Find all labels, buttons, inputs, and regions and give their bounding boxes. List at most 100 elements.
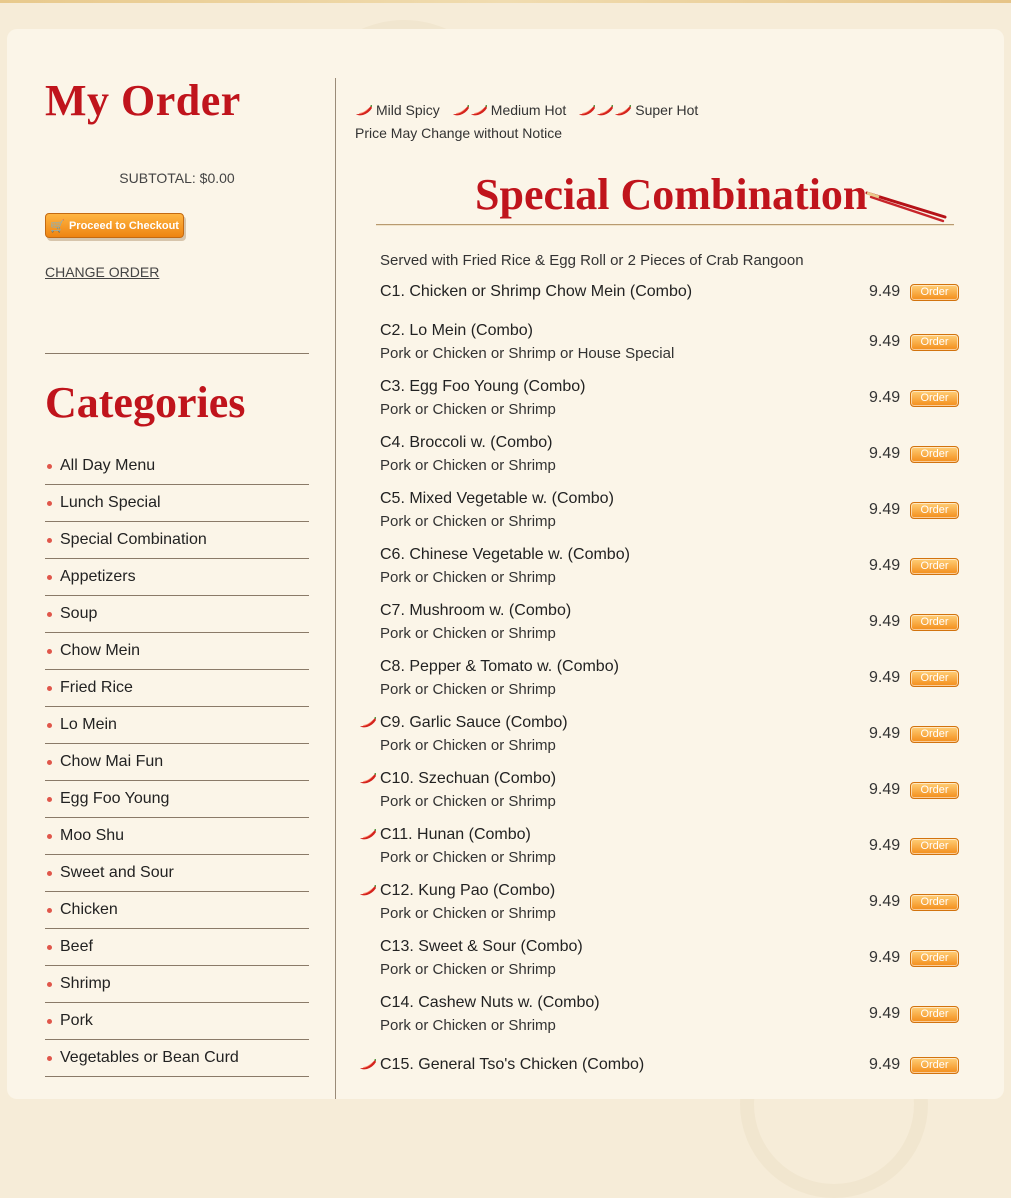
order-button[interactable]: Order [910,614,959,631]
category-item[interactable]: Fried Rice [45,670,309,707]
menu-item-row: C7. Mushroom w. (Combo) Pork or Chicken o… [357,602,967,658]
bullet-icon [47,833,52,839]
order-button[interactable]: Order [910,558,959,575]
category-item[interactable]: Shrimp [45,966,309,1003]
category-item[interactable]: Special Combination [45,522,309,559]
menu-item-row: C16. Orange Chicken (Combo)9.49Order [357,1095,967,1099]
main-panel: My Order SUBTOTAL: $0.00 🛒 Proceed to Ch… [7,29,1004,1099]
menu-item-row: C11. Hunan (Combo) Pork or Chicken or Shr… [357,826,967,882]
menu-item-description: Pork or Chicken or Shrimp [380,1017,556,1034]
menu-item-row: C1. Chicken or Shrimp Chow Mein (Combo) 9… [357,277,967,322]
category-item[interactable]: All Day Menu [45,448,309,485]
menu-item-row: C8. Pepper & Tomato w. (Combo) Pork or Ch… [357,658,967,714]
category-item[interactable]: Lo Mein [45,707,309,744]
menu-item-price: 9.49 [869,283,901,300]
change-order-link[interactable]: CHANGE ORDER [45,264,159,280]
menu-item-row: C10. Szechuan (Combo) Pork or Chicken or … [357,770,967,826]
menu-item-description: Pork or Chicken or Shrimp [380,849,556,866]
menu-item-row: C14. Cashew Nuts w. (Combo) Pork or Chick… [357,994,967,1050]
menu-item-description: Pork or Chicken or Shrimp [380,793,556,810]
menu-item-name: C4. Broccoli w. (Combo) [380,434,553,451]
legend-medium: Medium Hot [452,102,566,118]
bullet-icon [47,574,52,580]
bullet-icon [47,500,52,506]
my-order-title: My Order [45,76,241,125]
menu-item-name: C14. Cashew Nuts w. (Combo) [380,994,600,1011]
order-button[interactable]: Order [910,726,959,743]
category-label: Lunch Special [60,494,161,511]
category-item[interactable]: Chow Mein [45,633,309,670]
category-item[interactable]: Lunch Special [45,485,309,522]
section-title: Special Combination [475,170,868,219]
order-button[interactable]: Order [910,502,959,519]
order-button[interactable]: Order [910,1057,959,1074]
order-button[interactable]: Order [910,950,959,967]
category-label: Appetizers [60,568,136,585]
order-button[interactable]: Order [910,670,959,687]
category-label: Moo Shu [60,827,125,844]
category-label: Special Combination [60,531,207,548]
menu-item-name: C3. Egg Foo Young (Combo) [380,378,586,395]
checkout-label: Proceed to Checkout [68,219,179,232]
category-label: Fried Rice [60,679,133,696]
category-label: Beef [60,938,93,955]
menu-item-price: 9.49 [869,669,901,686]
price-notice: Price May Change without Notice [355,125,562,141]
menu-item-name: C12. Kung Pao (Combo) [380,882,556,899]
order-button[interactable]: Order [910,390,959,407]
category-item[interactable]: Chicken [45,892,309,929]
category-item[interactable]: Egg Foo Young [45,781,309,818]
order-button[interactable]: Order [910,334,959,351]
menu-item-row: C9. Garlic Sauce (Combo) Pork or Chicken … [357,714,967,770]
category-item[interactable]: Soup [45,596,309,633]
category-item[interactable]: Moo Shu [45,818,309,855]
chili-pepper-icon [452,102,488,118]
category-item[interactable]: Chow Mai Fun [45,744,309,781]
menu-item-price: 9.49 [869,557,901,574]
order-button[interactable]: Order [910,284,959,301]
cart-icon: 🛒 [50,218,65,233]
menu-item-description: Pork or Chicken or Shrimp [380,737,556,754]
menu-item-row: C13. Sweet & Sour (Combo) Pork or Chicken… [357,938,967,994]
bullet-icon [47,1055,52,1061]
category-label: Vegetables or Bean Curd [60,1049,239,1066]
menu-item-name: C2. Lo Mein (Combo) [380,322,533,339]
bullet-icon [47,796,52,802]
chili-pepper-icon [359,1057,377,1075]
category-item[interactable]: Pork [45,1003,309,1040]
bullet-icon [47,981,52,987]
menu-item-row: C6. Chinese Vegetable w. (Combo) Pork or … [357,546,967,602]
sidebar-divider [45,353,309,354]
category-label: Egg Foo Young [60,790,170,807]
proceed-to-checkout-button[interactable]: 🛒 Proceed to Checkout [45,213,184,238]
menu-item-price: 9.49 [869,1056,901,1073]
menu-item-description: Pork or Chicken or Shrimp [380,401,556,418]
menu-item-price: 9.49 [869,781,901,798]
order-button[interactable]: Order [910,1006,959,1023]
subtotal-text: SUBTOTAL: $0.00 [119,170,235,186]
order-button[interactable]: Order [910,446,959,463]
menu-item-price: 9.49 [869,1005,901,1022]
category-item[interactable]: Vegetables or Bean Curd [45,1040,309,1077]
category-label: Sweet and Sour [60,864,174,881]
category-list: All Day Menu Lunch Special Special Combina… [45,448,309,1077]
chili-pepper-icon [359,715,377,733]
menu-item-price: 9.49 [869,613,901,630]
menu-item-name: C11. Hunan (Combo) [380,826,531,843]
menu-item-price: 9.49 [869,893,901,910]
category-item[interactable]: Appetizers [45,559,309,596]
bullet-icon [47,907,52,913]
legend-mild-label: Mild Spicy [376,102,440,118]
bullet-icon [47,944,52,950]
menu-item-row: C3. Egg Foo Young (Combo) Pork or Chicken… [357,378,967,434]
order-button[interactable]: Order [910,782,959,799]
category-item[interactable]: Beef [45,929,309,966]
order-button[interactable]: Order [910,894,959,911]
menu-item-price: 9.49 [869,333,901,350]
menu-item-name: C5. Mixed Vegetable w. (Combo) [380,490,614,507]
menu-item-name: C8. Pepper & Tomato w. (Combo) [380,658,619,675]
category-item[interactable]: Sweet and Sour [45,855,309,892]
menu-item-row: C15. General Tso's Chicken (Combo) 9.49 Or… [357,1050,967,1095]
menu-item-name: C6. Chinese Vegetable w. (Combo) [380,546,630,563]
order-button[interactable]: Order [910,838,959,855]
